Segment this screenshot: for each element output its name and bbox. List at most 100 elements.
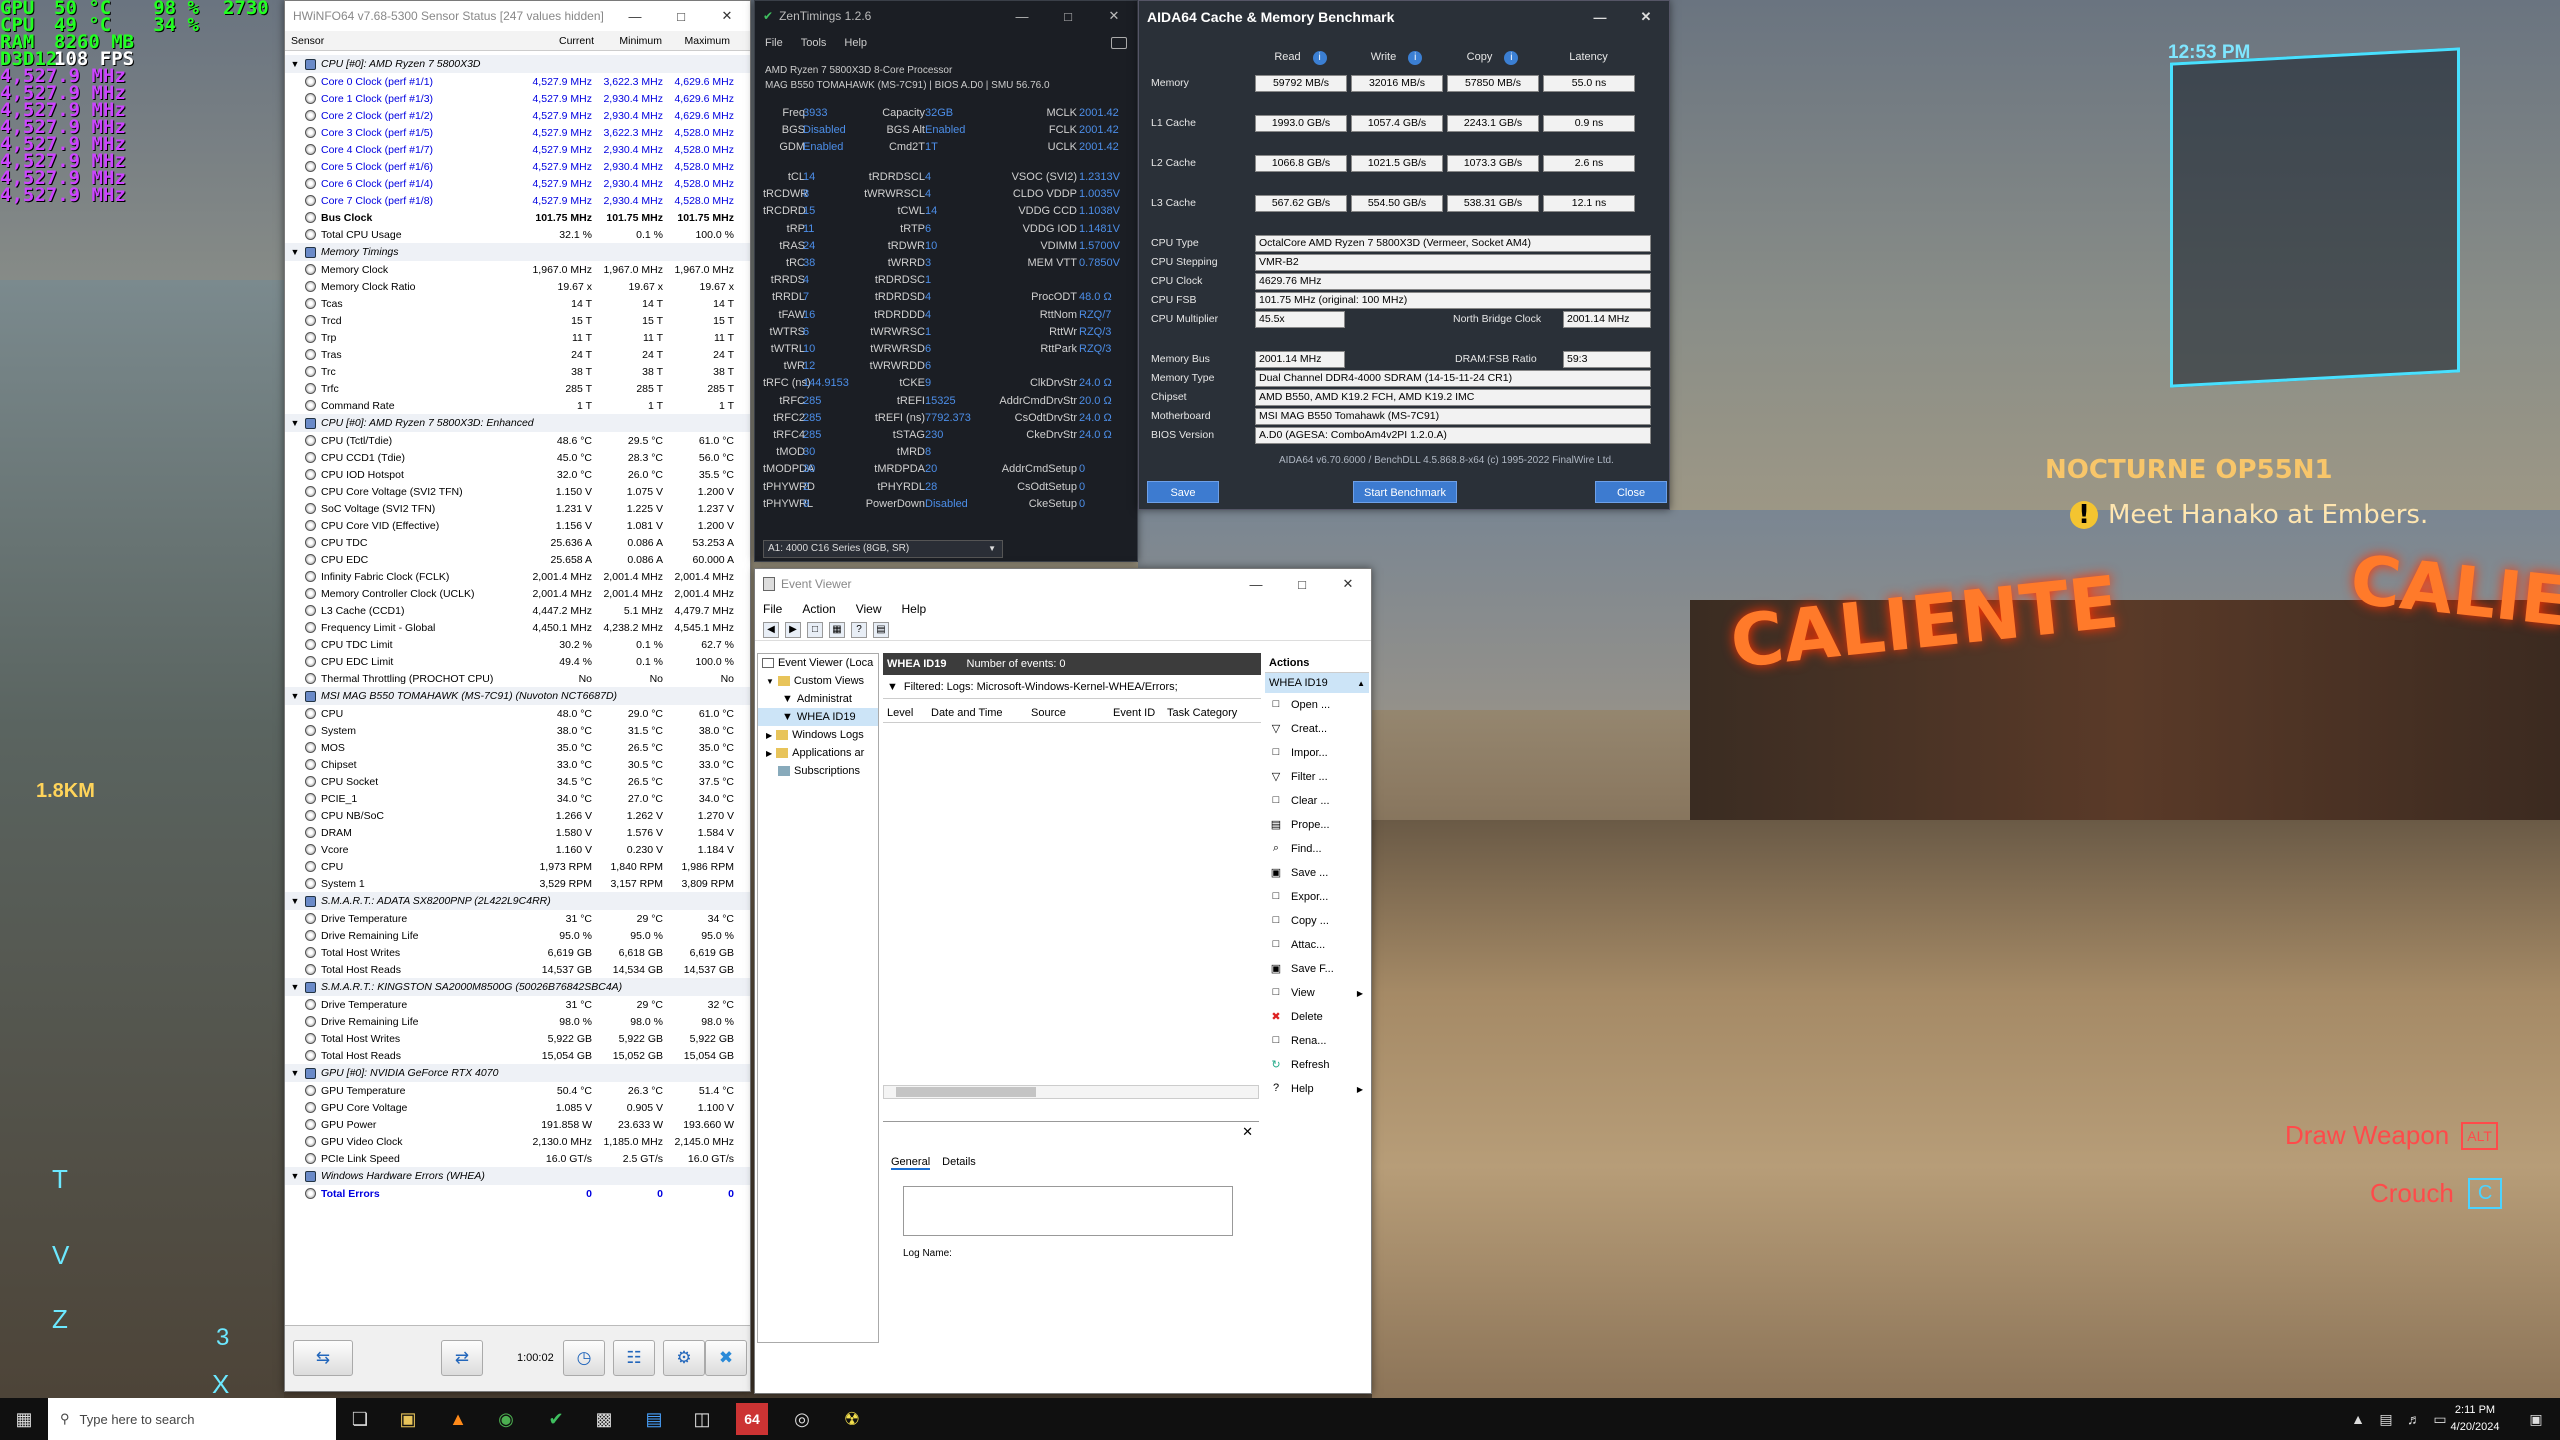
sensor-row[interactable]: System 1 3,529 RPM 3,157 RPM 3,809 RPM [285,875,750,892]
tab-details[interactable]: Details [942,1156,976,1170]
sensor-row[interactable]: Thermal Throttling (PROCHOT CPU) No No No [285,670,750,687]
sensor-row[interactable]: GPU Core Voltage 1.085 V 0.905 V 1.100 V [285,1099,750,1116]
sensor-row[interactable]: Core 1 Clock (perf #1/3) 4,527.9 MHz 2,930… [285,90,750,107]
sensor-row[interactable]: Total Host Writes 6,619 GB 6,618 GB 6,619 G… [285,944,750,961]
hwinfo-titlebar[interactable]: HWiNFO64 v7.68-5300 Sensor Status [247 v… [285,1,750,31]
col-source[interactable]: Source [1031,707,1113,719]
sensor-row[interactable]: CPU TDC 25.636 A 0.086 A 53.253 A [285,534,750,551]
aida64-window[interactable]: AIDA64 Cache & Memory Benchmark — ✕ Save… [1138,0,1670,510]
sensor-row[interactable]: Memory Clock 1,967.0 MHz 1,967.0 MHz 1,967.… [285,261,750,278]
sensor-row[interactable]: Total Errors 0 0 0 [285,1185,750,1202]
sensor-row[interactable]: System 38.0 °C 31.5 °C 38.0 °C [285,722,750,739]
sensor-row[interactable]: MOS 35.0 °C 26.5 °C 35.0 °C [285,739,750,756]
close-button[interactable]: ✕ [1091,1,1137,31]
start-benchmark-button[interactable]: Start Benchmark [1353,481,1457,503]
tree-custom-views[interactable]: ▼ Custom Views [758,672,878,690]
sensor-group[interactable]: ▼ CPU [#0]: AMD Ryzen 7 5800X3D [285,55,750,73]
sensor-row[interactable]: Frequency Limit - Global 4,450.1 MHz 4,238… [285,619,750,636]
col-maximum[interactable]: Maximum [662,35,730,47]
task-view-icon[interactable]: ❏ [344,1403,376,1435]
sensor-row[interactable]: Core 3 Clock (perf #1/5) 4,527.9 MHz 3,622… [285,124,750,141]
ev-titlebar[interactable]: Event Viewer — □ ✕ [755,569,1371,599]
menu-help[interactable]: Help [902,602,927,616]
sensor-row[interactable]: Total Host Reads 14,537 GB 14,534 GB 14,537… [285,961,750,978]
action-item[interactable]: ▣ Save ... [1265,861,1369,885]
action-item[interactable]: □ View ▶ [1265,981,1369,1005]
chevron-down-icon[interactable]: ▼ [289,1068,301,1078]
zentimings-window[interactable]: ✔ ZenTimings 1.2.6 — □ ✕ File Tools Help… [754,0,1138,562]
sensor-row[interactable]: CPU EDC Limit 49.4 % 0.1 % 100.0 % [285,653,750,670]
chevron-down-icon[interactable]: ▼ [289,418,301,428]
aida64-icon[interactable]: 64 [736,1403,768,1435]
sensor-row[interactable]: Core 7 Clock (perf #1/8) 4,527.9 MHz 2,930… [285,192,750,209]
sensor-row[interactable]: CPU (Tctl/Tdie) 48.6 °C 29.5 °C 61.0 °C [285,432,750,449]
sensor-row[interactable]: GPU Power 191.858 W 23.633 W 193.660 W [285,1116,750,1133]
action-item[interactable]: □ Attac... [1265,933,1369,957]
info-icon[interactable]: i [1408,51,1423,65]
action-item[interactable]: ↻ Refresh [1265,1053,1369,1077]
maximize-button[interactable]: □ [1279,569,1325,599]
menu-file[interactable]: File [765,37,783,49]
clock-icon[interactable]: ◷ [563,1340,605,1376]
action-item[interactable]: □ Impor... [1265,741,1369,765]
sensor-row[interactable]: Trfc 285 T 285 T 285 T [285,380,750,397]
sensor-row[interactable]: CPU Core VID (Effective) 1.156 V 1.081 V 1.… [285,517,750,534]
close-button[interactable]: ✕ [1623,2,1669,32]
help-icon[interactable]: ? [851,621,867,638]
sensor-row[interactable]: CPU Core Voltage (SVI2 TFN) 1.150 V 1.075 … [285,483,750,500]
close-icon[interactable]: ✕ [1242,1124,1253,1140]
sensor-row[interactable]: Infinity Fabric Clock (FCLK) 2,001.4 MHz 2… [285,568,750,585]
event-viewer-taskbar-icon[interactable]: ◫ [686,1403,718,1435]
tree-root[interactable]: Event Viewer (Loca [758,654,878,672]
sensor-row[interactable]: CPU IOD Hotspot 32.0 °C 26.0 °C 35.5 °C [285,466,750,483]
maximize-button[interactable]: □ [1045,1,1091,31]
console-icon[interactable]: ▤ [873,621,889,638]
sensor-row[interactable]: SoC Voltage (SVI2 TFN) 1.231 V 1.225 V 1.23… [285,500,750,517]
forward-icon[interactable]: ▶ [785,621,801,638]
network-icon[interactable]: ⇄ [441,1340,483,1376]
action-item[interactable]: ⌕ Find... [1265,837,1369,861]
chevron-down-icon[interactable]: ▼ [289,59,301,69]
close-button[interactable]: ✕ [704,1,750,31]
chevron-down-icon[interactable]: ▼ [289,691,301,701]
col-level[interactable]: Level [883,707,931,719]
sensor-row[interactable]: Total Host Writes 5,922 GB 5,922 GB 5,922 G… [285,1030,750,1047]
close-sensors-icon[interactable]: ✖ [705,1340,747,1376]
sensor-row[interactable]: CPU 1,973 RPM 1,840 RPM 1,986 RPM [285,858,750,875]
tab-general[interactable]: General [891,1156,931,1170]
sensor-row[interactable]: Chipset 33.0 °C 30.5 °C 33.0 °C [285,756,750,773]
col-current[interactable]: Current [526,35,594,47]
sensor-row[interactable]: CPU TDC Limit 30.2 % 0.1 % 62.7 % [285,636,750,653]
sensor-list[interactable]: ▼ CPU [#0]: AMD Ryzen 7 5800X3D Core 0 Clo… [285,55,750,1315]
sensor-row[interactable]: Trc 38 T 38 T 38 T [285,363,750,380]
sensor-row[interactable]: CPU CCD1 (Tdie) 45.0 °C 28.3 °C 56.0 °C [285,449,750,466]
report-icon[interactable]: ☷ [613,1340,655,1376]
sensor-row[interactable]: CPU Socket 34.5 °C 26.5 °C 37.5 °C [285,773,750,790]
info-icon[interactable]: i [1504,51,1519,65]
hwinfo-icon[interactable]: ▤ [638,1403,670,1435]
menu-view[interactable]: View [856,602,882,616]
chrome-icon[interactable]: ◉ [490,1403,522,1435]
sensor-row[interactable]: CPU EDC 25.658 A 0.086 A 60.000 A [285,551,750,568]
action-item[interactable]: □ Rena... [1265,1029,1369,1053]
vlc-icon[interactable]: ▲ [442,1403,474,1435]
chevron-down-icon[interactable]: ▼ [289,896,301,906]
col-event-id[interactable]: Event ID [1113,707,1167,719]
back-icon[interactable]: ◀ [763,621,779,638]
windows-start-icon[interactable]: ▦ [8,1403,40,1435]
action-item[interactable]: □ Expor... [1265,885,1369,909]
sensor-row[interactable]: Total CPU Usage 32.1 % 0.1 % 100.0 % [285,226,750,243]
tree-windows-logs[interactable]: ▶ Windows Logs [758,726,878,744]
horizontal-scrollbar[interactable] [883,1085,1259,1099]
col-sensor[interactable]: Sensor [291,35,526,47]
sensor-group[interactable]: ▼ S.M.A.R.T.: ADATA SX8200PNP (2L422L9C4R… [285,892,750,910]
xbox-icon[interactable]: ◎ [786,1403,818,1435]
sensor-row[interactable]: Memory Clock Ratio 19.67 x 19.67 x 19.67 x [285,278,750,295]
sensor-row[interactable]: Core 2 Clock (perf #1/2) 4,527.9 MHz 2,930… [285,107,750,124]
menu-file[interactable]: File [763,602,782,616]
tree-whea-id19[interactable]: ▼ WHEA ID19 [758,708,878,726]
menu-action[interactable]: Action [802,602,835,616]
sensor-group[interactable]: ▼ CPU [#0]: AMD Ryzen 7 5800X3D: Enhanced [285,414,750,432]
col-date[interactable]: Date and Time [931,707,1031,719]
tree-applications[interactable]: ▶ Applications ar [758,744,878,762]
